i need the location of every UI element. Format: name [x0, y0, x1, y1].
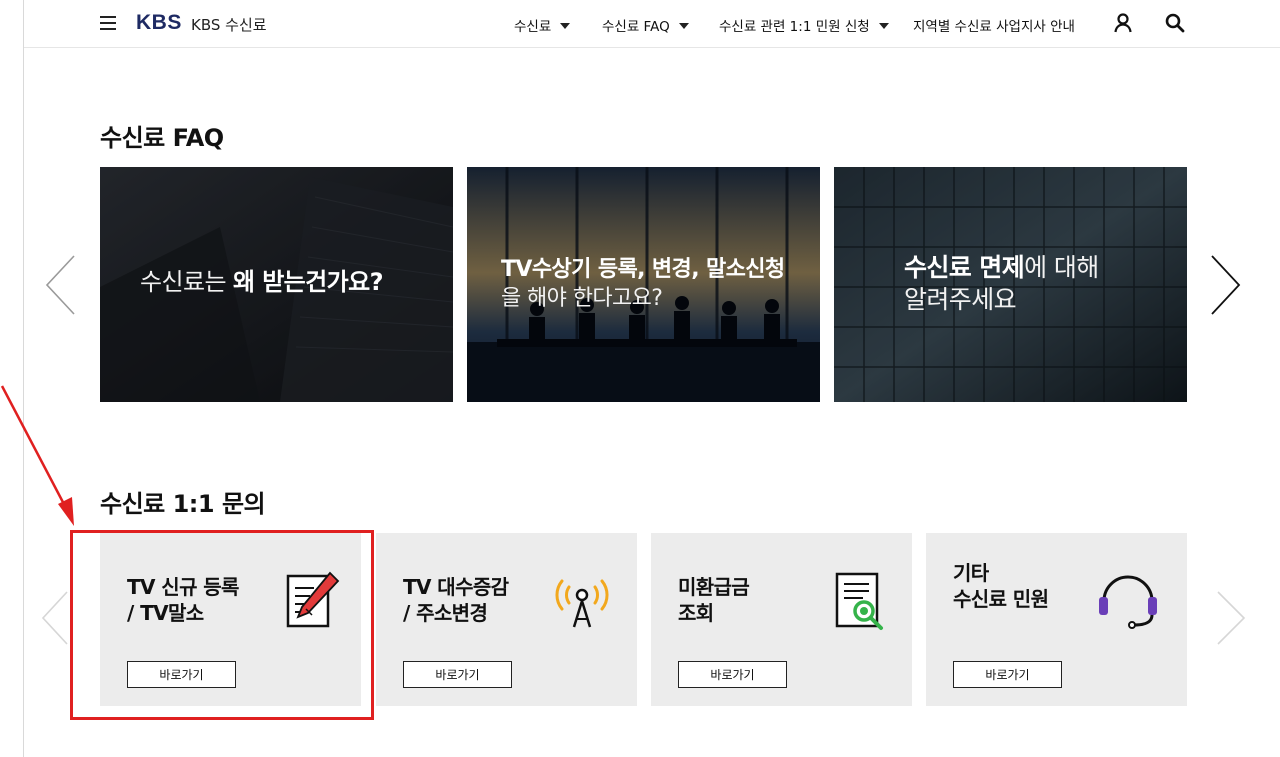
- qna-card-tv-count-address: TV 대수증감 / 주소변경 바로가기: [376, 533, 637, 706]
- nav-item-regional-offices[interactable]: 지역별 수신료 사업지사 안내: [913, 15, 1075, 35]
- nav-label: 지역별 수신료 사업지사 안내: [913, 19, 1075, 35]
- nav-label: 수신료 관련 1:1 민원 신청: [719, 19, 870, 35]
- caret-down-icon: [678, 23, 689, 29]
- annotation-arrow-icon: [0, 385, 74, 526]
- nav-label: 수신료: [514, 19, 552, 35]
- antenna-icon: [555, 579, 609, 628]
- qna-card-label: 미환급금 조회: [678, 575, 750, 625]
- caret-down-icon: [560, 23, 571, 29]
- kbs-logo[interactable]: KBS: [136, 11, 182, 35]
- carousel-prev-icon[interactable]: [44, 254, 78, 316]
- nav-item-faq[interactable]: 수신료 FAQ: [602, 15, 689, 35]
- faq-card-fee-exemption[interactable]: 수신료 면제에 대해 알려주세요: [834, 167, 1187, 402]
- qna-card-label: TV 대수증감 / 주소변경: [403, 575, 509, 625]
- menu-icon[interactable]: [100, 16, 116, 30]
- faq-card-tv-registration[interactable]: TV수상기 등록, 변경, 말소신청 을 해야 한다고요?: [467, 167, 820, 402]
- page-left-border: [23, 0, 24, 757]
- faq-section-title: 수신료 FAQ: [100, 124, 224, 152]
- carousel-next-icon[interactable]: [1208, 254, 1242, 316]
- faq-card-text: TV수상기 등록, 변경, 말소신청 을 해야 한다고요?: [501, 257, 785, 311]
- qna-card-other-complaint: 기타 수신료 민원 바로가기: [926, 533, 1187, 706]
- nav-label: 수신료 FAQ: [602, 19, 670, 35]
- search-icon[interactable]: [1164, 12, 1186, 34]
- user-icon[interactable]: [1112, 12, 1134, 34]
- site-title[interactable]: KBS 수신료: [191, 14, 267, 35]
- nav-item-complaint[interactable]: 수신료 관련 1:1 민원 신청: [719, 15, 889, 35]
- nav-item-license-fee[interactable]: 수신료: [514, 15, 571, 35]
- headset-icon: [1099, 575, 1157, 629]
- qna-card-unrefunded: 미환급금 조회 바로가기: [651, 533, 912, 706]
- document-search-icon: [835, 572, 883, 630]
- qna-card-label: 기타 수신료 민원: [953, 561, 1049, 611]
- site-header: KBS KBS 수신료 수신료 수신료 FAQ 수신료 관련 1:1 민원 신청…: [24, 0, 1280, 48]
- goto-button[interactable]: 바로가기: [678, 661, 787, 688]
- faq-card-why-fee[interactable]: 수신료는 왜 받는건가요?: [100, 167, 453, 402]
- carousel-next-icon[interactable]: [1214, 590, 1248, 646]
- faq-card-text: 수신료는 왜 받는건가요?: [140, 268, 384, 296]
- faq-card-text: 수신료 면제에 대해 알려주세요: [904, 253, 1099, 314]
- goto-button[interactable]: 바로가기: [403, 661, 512, 688]
- carousel-prev-icon[interactable]: [40, 590, 70, 646]
- caret-down-icon: [878, 23, 889, 29]
- goto-button[interactable]: 바로가기: [953, 661, 1062, 688]
- qna-section-title: 수신료 1:1 문의: [100, 490, 266, 518]
- annotation-highlight-box: [70, 530, 374, 720]
